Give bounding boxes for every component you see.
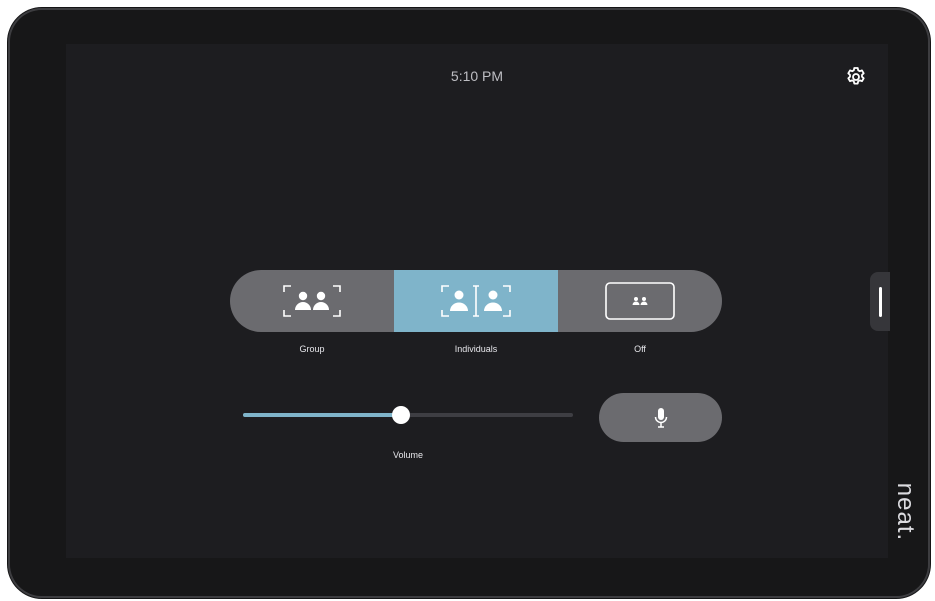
frame-off-icon [605, 282, 675, 320]
framing-label-individuals: Individuals [454, 344, 498, 354]
microphone-button[interactable] [599, 393, 722, 442]
drawer-handle-bar [878, 286, 882, 317]
individuals-frame-icon [441, 285, 511, 317]
volume-fill [243, 413, 402, 417]
framing-option-off[interactable] [558, 270, 722, 332]
framing-option-individuals[interactable] [394, 270, 558, 332]
volume-thumb[interactable] [392, 406, 411, 424]
touch-screen: 5:10 PM Group Individuals Off Volume [66, 44, 890, 558]
framing-mode-selector [230, 270, 722, 332]
volume-label: Volume [392, 450, 424, 460]
status-time: 5:10 PM [450, 68, 504, 84]
volume-slider[interactable] [243, 406, 573, 424]
framing-option-group[interactable] [230, 270, 394, 332]
gear-icon [847, 67, 865, 85]
brand-logo: neat. [882, 480, 928, 544]
brand-logo-text: neat. [892, 482, 920, 542]
settings-button[interactable] [844, 65, 868, 89]
framing-label-off: Off [634, 344, 646, 354]
group-frame-icon [283, 285, 341, 317]
microphone-icon [654, 407, 667, 428]
framing-label-group: Group [299, 344, 325, 354]
side-drawer-handle[interactable] [870, 272, 890, 331]
